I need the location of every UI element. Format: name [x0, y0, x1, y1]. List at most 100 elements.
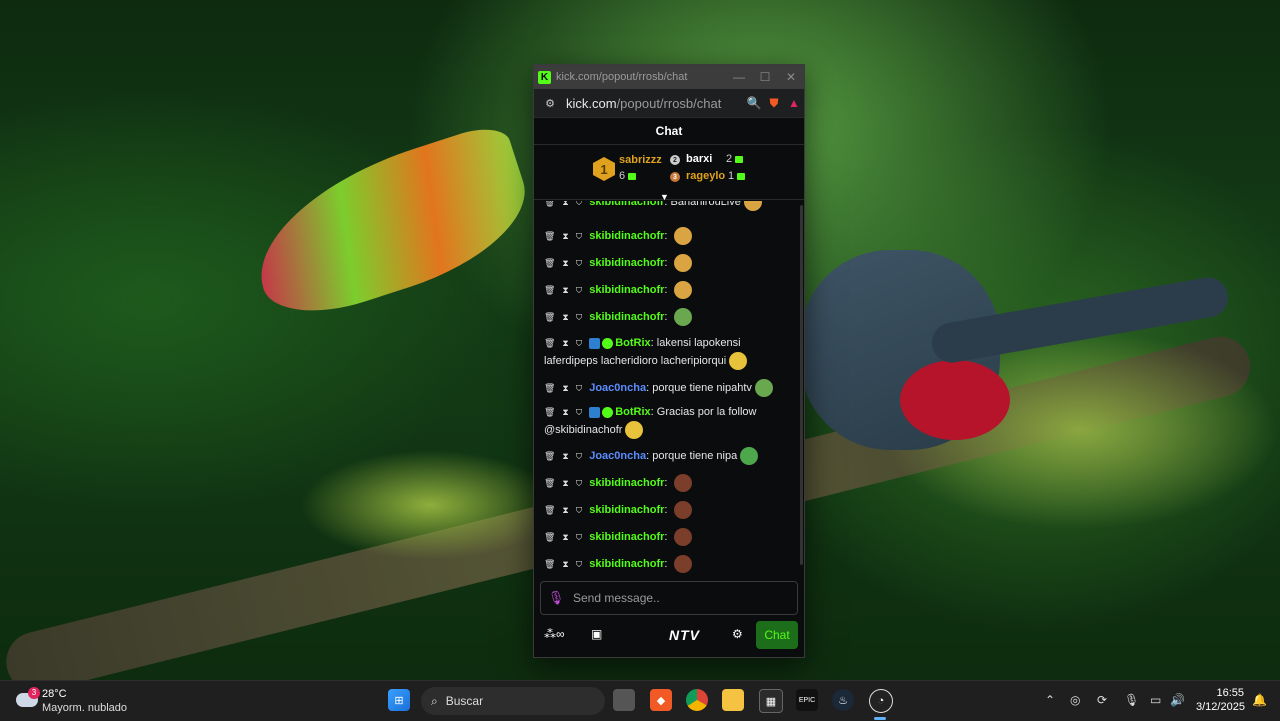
network-icon[interactable]: ▭	[1150, 693, 1161, 707]
notifications-icon[interactable]: 🔔	[1252, 693, 1267, 707]
emote-icon[interactable]	[743, 201, 762, 211]
microphone-icon[interactable]: 🎙	[541, 590, 571, 606]
emote-icon[interactable]	[740, 447, 759, 465]
volume-icon[interactable]: 🔊	[1170, 693, 1185, 707]
microphone-tray-icon[interactable]: 🎙	[1124, 693, 1139, 707]
site-settings-icon[interactable]: ⚙	[538, 97, 562, 110]
chat-message[interactable]: 🗑⧗⛉skibidinachofr:	[534, 501, 795, 519]
chrome-icon[interactable]	[686, 689, 708, 711]
weather-widget[interactable]: 3 28°C Mayorm. nublado	[14, 685, 144, 717]
chat-username[interactable]: skibidinachofr	[589, 230, 664, 242]
chat-message[interactable]: 🗑⧗⛉Joac0ncha: porque tiene nipahtv	[534, 379, 795, 397]
chat-message[interactable]: 🗑⧗⛉ BotRix: Gracias por la follow @skibid…	[534, 404, 795, 439]
moderation-tools-icon[interactable]: 🗑⧗⛉	[544, 338, 589, 348]
moderation-tools-icon[interactable]: 🗑⧗⛉	[544, 231, 589, 241]
chat-username[interactable]: skibidinachofr	[589, 311, 664, 323]
brave-shield-icon[interactable]: ⛊	[764, 96, 784, 111]
moderation-tools-icon[interactable]: 🗑⧗⛉	[544, 532, 589, 542]
epic-games-icon[interactable]: EPIC	[796, 689, 818, 711]
emote-icon[interactable]	[673, 501, 692, 519]
bot-badge-icon	[589, 406, 601, 418]
windows-taskbar: 3 28°C Mayorm. nublado ⊞ ⌕ Buscar ◆ ▦ EP…	[0, 680, 1280, 721]
chat-username[interactable]: BotRix	[615, 337, 650, 349]
chat-username[interactable]: skibidinachofr	[589, 284, 664, 296]
chat-username[interactable]: BotRix	[615, 406, 650, 418]
start-windows-icon[interactable]: ⊞	[388, 689, 410, 711]
chat-message-list[interactable]: 🗑⧗⛉skibidinachofr: BananirouLive 🗑⧗⛉skibi…	[534, 201, 799, 573]
verified-badge-icon	[602, 337, 614, 349]
ntv-logo[interactable]: NTV	[669, 627, 700, 643]
emote-icon[interactable]	[673, 308, 692, 326]
moderation-tools-icon[interactable]: 🗑⧗⛉	[544, 258, 589, 268]
moderation-tools-icon[interactable]: 🗑⧗⛉	[544, 505, 589, 515]
moderation-tools-icon[interactable]: 🗑⧗⛉	[544, 559, 589, 569]
leader-second-name[interactable]: barxi	[686, 153, 712, 165]
leader-first-name[interactable]: sabrizzz	[619, 154, 662, 166]
emote-menu-icon[interactable]: ⁂∞	[544, 627, 565, 641]
chat-message[interactable]: 🗑⧗⛉Joac0ncha: porque tiene nipa	[534, 447, 795, 465]
url-host: kick.com	[566, 95, 617, 111]
chat-message[interactable]: 🗑⧗⛉skibidinachofr:	[534, 528, 795, 546]
emote-icon[interactable]	[673, 227, 692, 245]
emote-icon[interactable]	[673, 474, 692, 492]
clock[interactable]: 16:55 3/12/2025	[1196, 686, 1245, 714]
close-icon[interactable]: ✕	[778, 70, 804, 84]
chat-message[interactable]: 🗑⧗⛉skibidinachofr:	[534, 281, 795, 299]
emote-icon[interactable]	[625, 421, 644, 439]
bot-badge-icon	[589, 337, 601, 349]
chat-username[interactable]: skibidinachofr	[589, 257, 664, 269]
emote-icon[interactable]	[673, 254, 692, 272]
emote-icon[interactable]	[729, 352, 748, 370]
message-input-box[interactable]: 🎙	[540, 581, 798, 615]
chat-username[interactable]: Joac0ncha	[589, 450, 646, 462]
chat-username[interactable]: skibidinachofr	[589, 477, 664, 489]
emote-icon[interactable]	[673, 281, 692, 299]
leader-third-name[interactable]: rageylo	[686, 170, 725, 182]
url-field[interactable]: kick.com/popout/rrosb/chat	[566, 96, 744, 111]
chat-message[interactable]: 🗑⧗⛉skibidinachofr:	[534, 474, 795, 492]
chat-message[interactable]: 🗑⧗⛉ BotRix: lakensi lapokensi laferdipeps…	[534, 335, 795, 370]
chat-scrollbar[interactable]	[800, 205, 803, 565]
weather-alert-badge: 3	[28, 687, 40, 699]
discord-icon[interactable]: ◎	[1070, 693, 1080, 707]
task-view-icon[interactable]	[613, 689, 635, 711]
minimize-icon[interactable]: —	[726, 70, 752, 84]
emote-icon[interactable]	[673, 555, 692, 573]
message-input[interactable]	[571, 590, 797, 606]
emote-icon[interactable]	[754, 379, 773, 397]
chat-username[interactable]: skibidinachofr	[589, 531, 664, 543]
moderation-tools-icon[interactable]: 🗑⧗⛉	[544, 383, 589, 393]
microsoft-store-icon[interactable]: ▦	[759, 689, 783, 713]
chat-username[interactable]: skibidinachofr	[589, 558, 664, 570]
moderation-tools-icon[interactable]: 🗑⧗⛉	[544, 201, 589, 207]
leader-third-count: 1	[728, 170, 746, 182]
steam-icon[interactable]: ♨	[832, 689, 854, 711]
moderation-tools-icon[interactable]: 🗑⧗⛉	[544, 478, 589, 488]
obs-icon[interactable]: ◔	[869, 689, 893, 713]
chat-message[interactable]: 🗑⧗⛉skibidinachofr:	[534, 308, 795, 326]
brave-rewards-icon[interactable]: ▲	[784, 96, 804, 110]
chat-settings-icon[interactable]: ⚙	[732, 627, 743, 641]
sync-icon[interactable]: ⟳	[1097, 693, 1107, 707]
chat-message[interactable]: 🗑⧗⛉skibidinachofr:	[534, 254, 795, 272]
chat-message[interactable]: 🗑⧗⛉skibidinachofr:	[534, 555, 795, 573]
moderation-tools-icon[interactable]: 🗑⧗⛉	[544, 312, 589, 322]
chat-username[interactable]: skibidinachofr	[589, 201, 664, 208]
chat-username[interactable]: skibidinachofr	[589, 504, 664, 516]
zoom-icon[interactable]: 🔍	[744, 96, 764, 110]
emote-icon[interactable]	[673, 528, 692, 546]
maximize-icon[interactable]: ☐	[752, 70, 778, 84]
taskbar-search[interactable]: ⌕ Buscar	[421, 687, 605, 715]
moderation-tools-icon[interactable]: 🗑⧗⛉	[544, 451, 589, 461]
chat-message[interactable]: 🗑⧗⛉skibidinachofr:	[534, 227, 795, 245]
store-icon[interactable]: ▣	[591, 627, 602, 641]
weather-desc: Mayorm. nublado	[42, 702, 127, 714]
chat-username[interactable]: Joac0ncha	[589, 382, 646, 394]
brave-browser-icon[interactable]: ◆	[650, 689, 672, 711]
chat-message[interactable]: 🗑⧗⛉skibidinachofr: BananirouLive	[534, 201, 795, 211]
send-chat-button[interactable]: Chat	[756, 621, 798, 649]
moderation-tools-icon[interactable]: 🗑⧗⛉	[544, 407, 589, 417]
moderation-tools-icon[interactable]: 🗑⧗⛉	[544, 285, 589, 295]
show-hidden-icons[interactable]: ⌃	[1045, 693, 1055, 707]
file-explorer-icon[interactable]	[722, 689, 744, 711]
